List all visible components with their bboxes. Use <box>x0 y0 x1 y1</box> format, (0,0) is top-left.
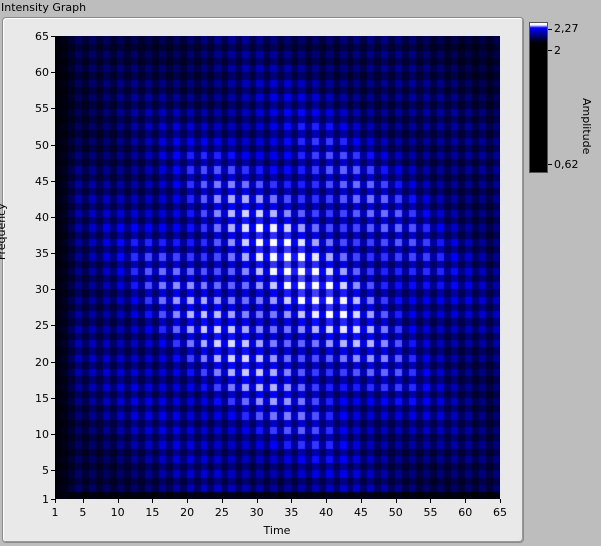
y-tick-mark <box>51 36 55 37</box>
x-tick-mark <box>187 499 189 503</box>
x-tick-mark <box>395 499 397 503</box>
y-tick-mark <box>51 433 55 435</box>
x-tick-mark <box>465 499 467 503</box>
colorbar-axis-label: Amplitude <box>580 98 593 155</box>
y-tick-mark <box>51 144 55 146</box>
x-axis-label: Time <box>263 524 291 537</box>
y-tick-mark <box>51 361 55 363</box>
intensity-heatmap <box>55 36 500 499</box>
x-tick-label: 10 <box>110 506 125 519</box>
x-tick-label: 25 <box>214 506 229 519</box>
x-tick-label: 20 <box>180 506 195 519</box>
x-tick-label: 5 <box>79 506 87 519</box>
y-tick-label: 10 <box>35 427 49 441</box>
x-tick-mark <box>82 499 84 503</box>
x-tick-label: 65 <box>493 506 507 519</box>
x-tick-mark <box>326 499 328 503</box>
y-tick-label: 25 <box>35 319 49 333</box>
y-tick-mark <box>51 325 55 327</box>
y-axis-label: Frequency <box>0 203 9 261</box>
y-tick-label: 65 <box>35 30 49 43</box>
x-tick-mark <box>117 499 119 503</box>
y-tick-mark <box>51 397 55 399</box>
y-tick-label: 20 <box>35 355 49 369</box>
y-tick-mark <box>51 108 55 110</box>
y-tick-label: 15 <box>35 391 49 405</box>
y-tick-label: 5 <box>42 464 49 478</box>
x-tick-label: 45 <box>353 506 368 519</box>
x-tick-label: 15 <box>145 506 160 519</box>
colorbar-gradient <box>530 23 547 172</box>
x-tick-mark <box>221 499 223 503</box>
y-tick-label: 45 <box>35 174 49 188</box>
x-tick-mark <box>152 499 154 503</box>
x-tick-label: 40 <box>319 506 334 519</box>
y-tick-label: 40 <box>35 210 49 224</box>
x-tick-label: 60 <box>458 506 473 519</box>
y-tick-mark <box>51 216 55 218</box>
x-tick-mark <box>291 499 293 503</box>
y-tick-mark <box>51 470 55 472</box>
amplitude-colorbar[interactable] <box>529 22 548 173</box>
colorbar-min-label: 0,62 <box>554 158 579 171</box>
colorbar-tick <box>548 164 552 165</box>
y-tick-label: 60 <box>35 66 49 80</box>
x-tick-label: 35 <box>284 506 299 519</box>
y-tick-mark <box>51 180 55 182</box>
intensity-plot-area[interactable] <box>55 36 500 499</box>
x-tick-label: 50 <box>388 506 403 519</box>
colorbar-tick <box>548 50 552 51</box>
y-tick-mark <box>51 72 55 74</box>
colorbar-tick <box>548 29 552 30</box>
colorbar-mid-label: 2 <box>554 44 561 57</box>
x-tick-mark <box>360 499 362 503</box>
y-tick-mark <box>51 289 55 291</box>
y-tick-label: 55 <box>35 102 49 116</box>
x-tick-mark <box>55 499 56 503</box>
y-tick-label: 50 <box>35 138 49 152</box>
x-tick-mark <box>256 499 258 503</box>
y-tick-label: 30 <box>35 283 49 297</box>
y-tick-label: 35 <box>35 247 49 261</box>
x-tick-mark <box>430 499 432 503</box>
x-tick-label: 55 <box>423 506 438 519</box>
x-tick-mark <box>500 499 501 503</box>
graph-title: Intensity Graph <box>1 1 87 14</box>
colorbar-max-label: 2,27 <box>554 22 579 35</box>
y-tick-label: 1 <box>42 493 49 506</box>
x-tick-label: 30 <box>249 506 264 519</box>
y-tick-mark <box>51 253 55 255</box>
x-tick-label: 1 <box>51 506 59 519</box>
